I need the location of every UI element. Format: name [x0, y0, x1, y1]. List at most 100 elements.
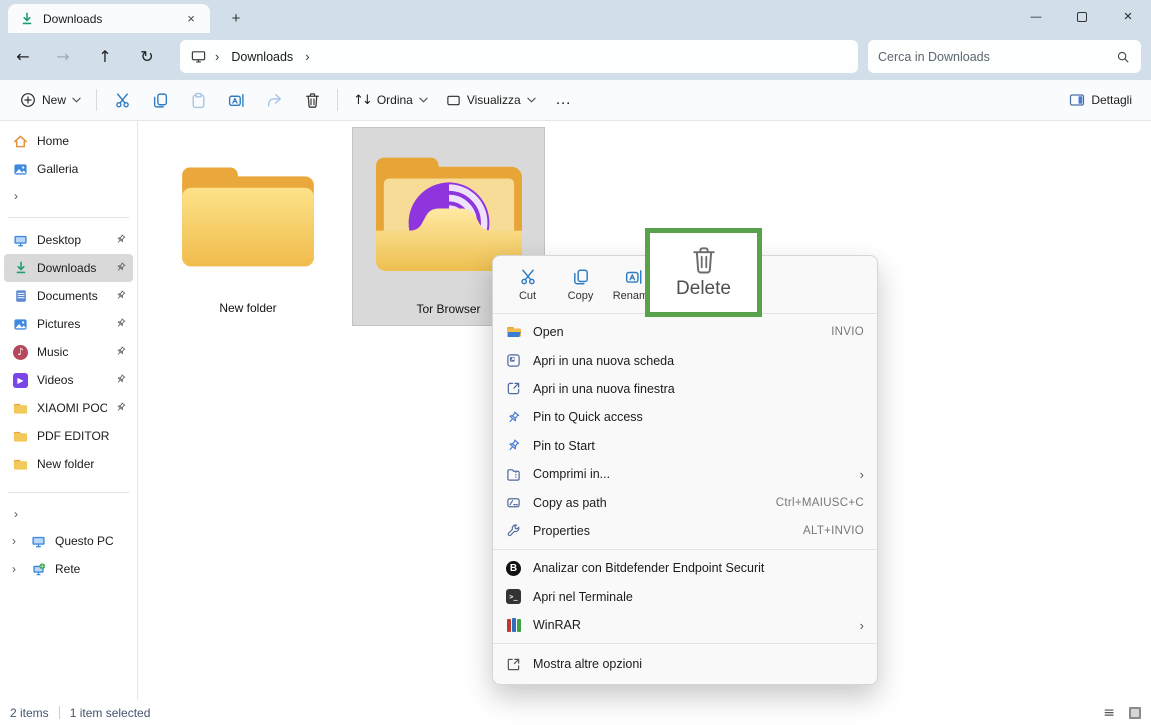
view-button[interactable]: Visualizza: [437, 84, 545, 116]
wrench-icon: [505, 522, 522, 539]
menu-item-pin-start[interactable]: Pin to Start: [493, 432, 877, 460]
more-options-button[interactable]: …: [545, 84, 583, 116]
share-icon: [266, 92, 283, 109]
sidebar-item-xiaomi-poco[interactable]: XIAOMI POCO F: [4, 394, 133, 422]
share-button[interactable]: [255, 84, 293, 116]
submenu-chevron-icon: ›: [860, 467, 864, 482]
forward-button[interactable]: →: [46, 40, 80, 74]
new-tab-button[interactable]: +: [224, 6, 248, 30]
minimize-button[interactable]: —: [1013, 0, 1059, 33]
pin-icon: [115, 289, 127, 304]
delete-button[interactable]: [293, 84, 331, 116]
breadcrumb-chevron-icon: ›: [215, 49, 219, 64]
submenu-chevron-icon: ›: [860, 618, 864, 633]
sidebar-item-pictures[interactable]: Pictures: [4, 310, 133, 338]
music-icon: ♪: [12, 344, 29, 361]
search-box[interactable]: [868, 40, 1141, 73]
rename-icon: [228, 92, 245, 109]
sidebar-item-rete[interactable]: › Rete: [4, 555, 133, 583]
paste-icon: [190, 92, 207, 109]
selected-count: 1 item selected: [70, 706, 151, 720]
this-pc-icon: [190, 48, 207, 65]
sidebar-item-videos[interactable]: ▶ Videos: [4, 366, 133, 394]
paste-button[interactable]: [179, 84, 217, 116]
context-menu-items: Open INVIO Apri in una nuova scheda Apri…: [493, 314, 877, 684]
maximize-icon: [1077, 12, 1087, 22]
tab-close-icon[interactable]: ×: [182, 11, 200, 26]
trash-icon: [691, 245, 717, 275]
details-pane-button[interactable]: Dettagli: [1060, 84, 1141, 116]
pin-icon: [115, 317, 127, 332]
list-view-icon[interactable]: ≡: [1103, 705, 1115, 721]
window-controls: — ×: [1013, 0, 1151, 33]
back-button[interactable]: ←: [6, 40, 40, 74]
sidebar-separator: [8, 492, 129, 493]
file-tile-new-folder[interactable]: New folder: [166, 128, 330, 324]
large-icons-view-icon[interactable]: [1129, 707, 1141, 719]
search-input[interactable]: [878, 50, 1114, 64]
menu-item-pin-quick-access[interactable]: Pin to Quick access: [493, 403, 877, 431]
sidebar-item-galleria[interactable]: Galleria: [4, 155, 133, 183]
delete-highlight-annotation[interactable]: Delete: [645, 228, 762, 317]
menu-item-show-more-options[interactable]: Mostra altre opzioni: [493, 648, 877, 680]
sidebar-item-new-folder[interactable]: New folder: [4, 450, 133, 478]
copy-quick-button[interactable]: Copy: [554, 260, 607, 310]
breadcrumb-chevron-icon[interactable]: ›: [305, 49, 309, 64]
sort-arrows-icon: ↑↓: [353, 93, 371, 108]
maximize-button[interactable]: [1059, 0, 1105, 33]
menu-item-compress[interactable]: Comprimi in... ›: [493, 460, 877, 488]
tab-downloads[interactable]: Downloads ×: [8, 4, 210, 33]
sidebar-item-questo-pc[interactable]: › Questo PC: [4, 527, 133, 555]
sort-button[interactable]: ↑↓ Ordina: [344, 84, 437, 116]
network-icon: [30, 561, 47, 578]
sidebar-item-documents[interactable]: Documents: [4, 282, 133, 310]
sidebar: Home Galleria › Desktop: [0, 121, 138, 700]
rename-button[interactable]: [217, 84, 255, 116]
sidebar-item-pdf-editor[interactable]: PDF EDITOR: [4, 422, 133, 450]
file-name: New folder: [219, 301, 276, 324]
menu-item-copy-as-path[interactable]: Copy as path Ctrl+MAIUSC+C: [493, 488, 877, 516]
menu-item-open[interactable]: Open INVIO: [493, 318, 877, 346]
file-explorer-window: Downloads × + — × ← → ↑ ↻ › Downloads ›: [0, 0, 1151, 725]
new-button[interactable]: New: [10, 84, 90, 116]
pin-icon: [115, 261, 127, 276]
sidebar-item-home[interactable]: Home: [4, 127, 133, 155]
open-folder-icon: [505, 324, 522, 341]
sidebar-separator: [8, 217, 129, 218]
address-bar[interactable]: › Downloads ›: [180, 40, 858, 73]
cut-button[interactable]: [103, 84, 141, 116]
rename-icon: [625, 268, 643, 286]
sidebar-item-desktop[interactable]: Desktop: [4, 226, 133, 254]
sidebar-item-downloads[interactable]: Downloads: [4, 254, 133, 282]
pin-icon: [115, 233, 127, 248]
tree-expander[interactable]: ›: [0, 501, 137, 527]
refresh-button[interactable]: ↻: [130, 40, 164, 74]
downloads-icon: [18, 10, 35, 27]
menu-item-open-new-window[interactable]: Apri in una nuova finestra: [493, 375, 877, 403]
close-button[interactable]: ×: [1105, 0, 1151, 33]
copy-button[interactable]: [141, 84, 179, 116]
pin-icon: [115, 373, 127, 388]
tree-expander[interactable]: ›: [0, 183, 137, 209]
tree-chevron-icon[interactable]: ›: [12, 562, 22, 576]
folder-icon: [12, 400, 29, 417]
menu-item-open-new-tab[interactable]: Apri in una nuova scheda: [493, 346, 877, 374]
search-icon: [1114, 48, 1131, 65]
up-button[interactable]: ↑: [88, 40, 122, 74]
folder-large-icon: [172, 128, 324, 301]
menu-item-properties[interactable]: Properties ALT+INVIO: [493, 517, 877, 545]
chevron-down-icon: [527, 97, 536, 103]
zip-folder-icon: [505, 466, 522, 483]
menu-separator: [493, 643, 877, 644]
view-icon: [446, 93, 461, 108]
menu-item-winrar[interactable]: WinRAR ›: [493, 611, 877, 639]
menu-item-bitdefender-scan[interactable]: B Analizar con Bitdefender Endpoint Secu…: [493, 554, 877, 582]
menu-item-open-terminal[interactable]: >_ Apri nel Terminale: [493, 583, 877, 611]
cut-quick-button[interactable]: Cut: [501, 260, 554, 310]
copy-icon: [572, 268, 590, 286]
details-pane-label: Dettagli: [1091, 93, 1132, 107]
sidebar-item-music[interactable]: ♪ Music: [4, 338, 133, 366]
sort-button-label: Ordina: [377, 93, 413, 107]
breadcrumb-downloads[interactable]: Downloads: [227, 48, 297, 66]
tree-chevron-icon[interactable]: ›: [12, 534, 22, 548]
